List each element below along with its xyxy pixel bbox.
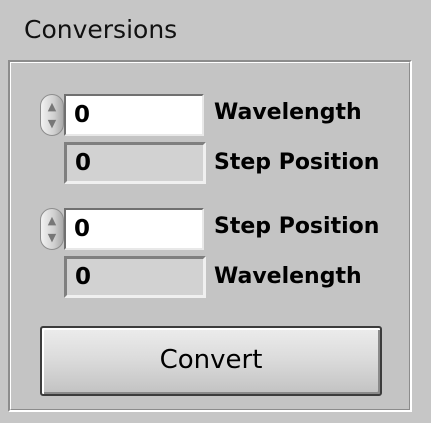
step-position-output-indicator: 0 <box>64 142 206 184</box>
wavelength-output-indicator: 0 <box>64 256 206 298</box>
panel-title: Conversions <box>24 15 178 44</box>
convert-button[interactable]: Convert <box>40 326 382 396</box>
wavelength-input-label: Wavelength <box>214 100 362 125</box>
step-position-output-label: Step Position <box>214 150 380 175</box>
decrement-arrow-icon[interactable]: ▼ <box>45 229 59 246</box>
wavelength-output-label: Wavelength <box>214 264 362 289</box>
conversions-panel: Conversions ▲ ▼ 0 Wavelength 0 Step Posi… <box>0 0 431 423</box>
wavelength-input-field[interactable]: 0 <box>64 94 204 136</box>
wavelength-input-spinner[interactable]: ▲ ▼ <box>40 94 64 136</box>
step-position-input-label: Step Position <box>214 214 380 239</box>
step-position-input-spinner[interactable]: ▲ ▼ <box>40 208 64 250</box>
decrement-arrow-icon[interactable]: ▼ <box>45 115 59 132</box>
increment-arrow-icon[interactable]: ▲ <box>45 98 59 115</box>
increment-arrow-icon[interactable]: ▲ <box>45 212 59 229</box>
step-position-input-field[interactable]: 0 <box>64 208 204 250</box>
